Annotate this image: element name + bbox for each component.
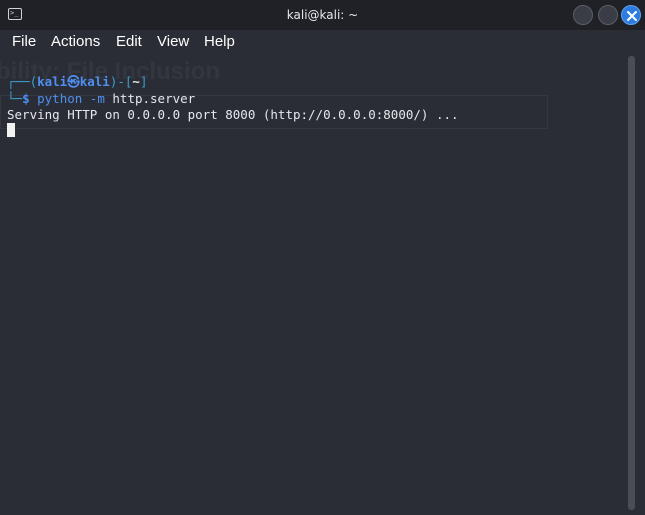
command-program: python: [37, 91, 83, 106]
prompt-frame-open: ┌──(: [7, 74, 38, 89]
menu-bar: File Actions Edit View Help: [0, 30, 645, 54]
vertical-scrollbar[interactable]: [628, 56, 635, 510]
prompt-at-symbol: ㉿: [67, 74, 80, 89]
menu-help[interactable]: Help: [204, 33, 235, 51]
prompt-frame-close: ]: [139, 74, 148, 89]
menu-view[interactable]: View: [157, 33, 189, 51]
title-bar[interactable]: >_ kali@kali: ~: [0, 0, 645, 30]
maximize-button[interactable]: [598, 5, 618, 25]
command-arg: http.server: [112, 91, 196, 106]
close-icon: [627, 11, 637, 21]
prompt-user: kali: [37, 74, 68, 89]
server-output-line: Serving HTTP on 0.0.0.0 port 8000 (http:…: [7, 107, 459, 122]
prompt-frame-corner: └─: [7, 91, 23, 106]
menu-edit[interactable]: Edit: [116, 33, 142, 51]
prompt-cwd: ~: [132, 74, 140, 89]
prompt-host: kali: [79, 74, 110, 89]
close-button[interactable]: [621, 5, 641, 25]
menu-actions[interactable]: Actions: [51, 33, 100, 51]
prompt-line-2: └─$ python -m http.server: [7, 90, 195, 107]
prompt-frame-mid: )-[: [109, 74, 133, 89]
window-title: kali@kali: ~: [286, 8, 359, 22]
prompt-line-1: ┌──(kali㉿kali)-[~]: [7, 73, 147, 90]
terminal-output-area[interactable]: bility: File Inclusion ┌──(kali㉿kali)-[~…: [0, 54, 628, 515]
minimize-button[interactable]: [573, 5, 593, 25]
terminal-window: >_ kali@kali: ~ File Actions Edit View H…: [0, 0, 645, 515]
menu-file[interactable]: File: [12, 33, 36, 51]
command-flag: -m: [82, 91, 113, 106]
prompt-dollar: $: [22, 91, 38, 106]
terminal-cursor: [7, 123, 15, 137]
